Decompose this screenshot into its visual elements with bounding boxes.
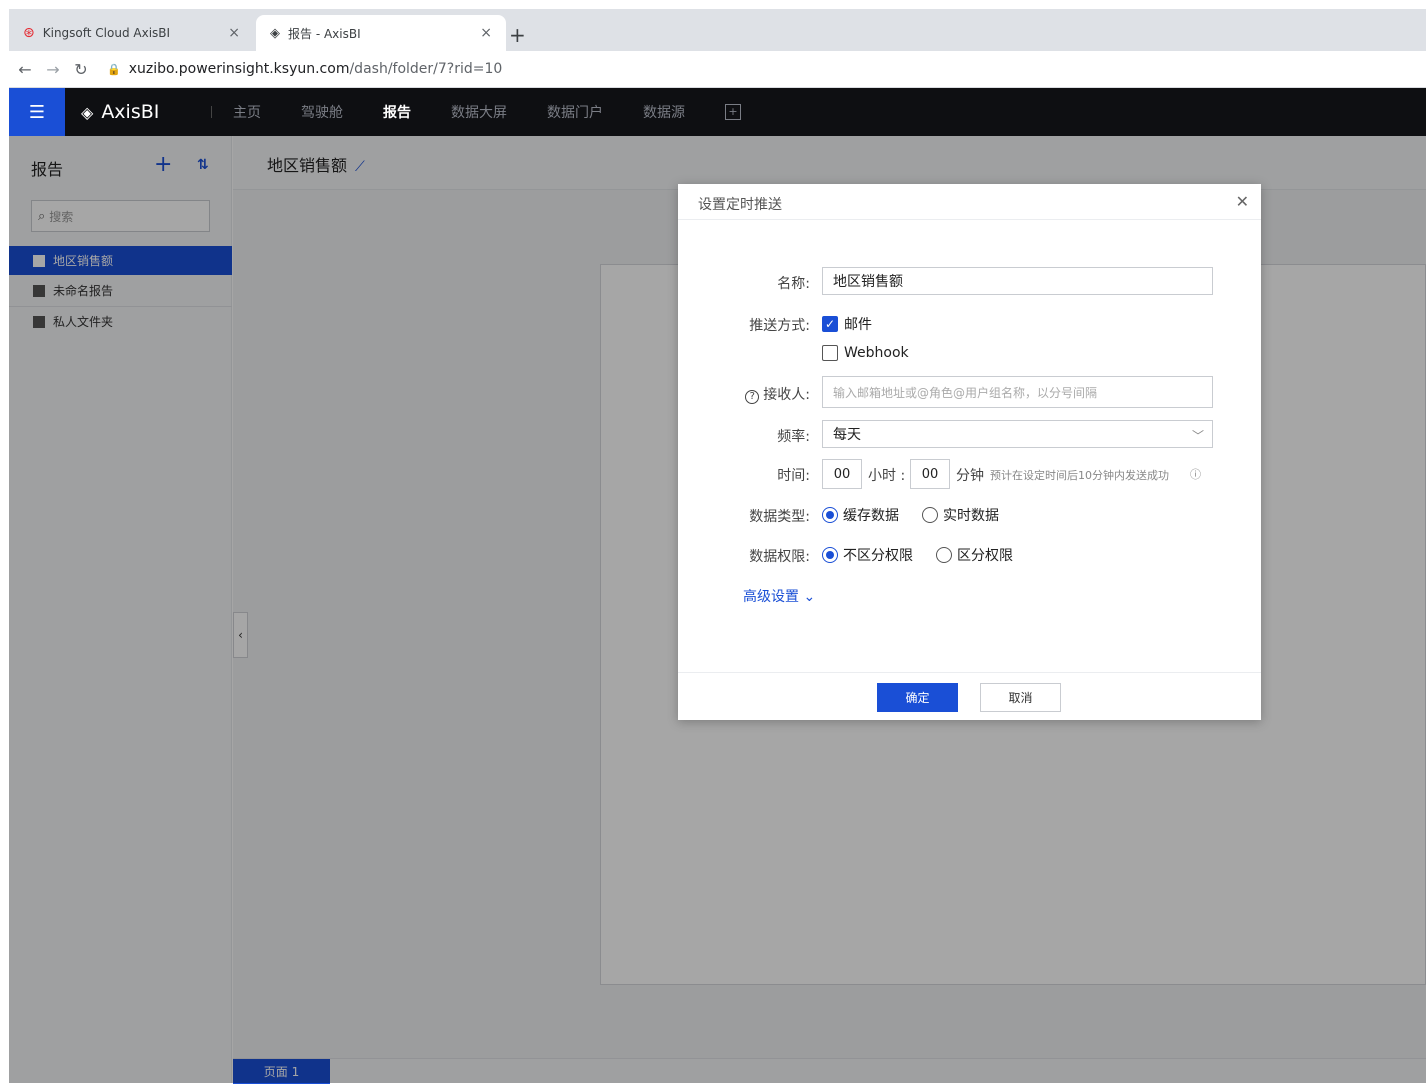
axisbi-logo-icon: ◈ bbox=[81, 102, 94, 122]
recipient-label-text: 接收人: bbox=[763, 387, 810, 403]
lock-icon[interactable]: 🔒 bbox=[107, 63, 121, 76]
nav-cockpit[interactable]: 驾驶舱 bbox=[301, 88, 343, 136]
split-permission-label: 区分权限 bbox=[957, 548, 1013, 564]
brand-name: AxisBI bbox=[101, 101, 160, 123]
radio-dot bbox=[922, 507, 938, 523]
address-bar: ← → ↻ 🔒 xuzibo.powerinsight.ksyun.com/da… bbox=[9, 51, 1426, 88]
add-box-icon: + bbox=[725, 104, 741, 120]
data-type-row: 数据类型: 缓存数据 实时数据 bbox=[678, 500, 1261, 530]
browser-tab-title: 报告 - AxisBI bbox=[288, 26, 361, 41]
axisbi-favicon-icon: ◈ bbox=[270, 25, 280, 41]
frequency-select[interactable]: 每天 ﹀ bbox=[822, 420, 1213, 448]
close-icon[interactable]: × bbox=[228, 25, 240, 41]
no-permission-radio[interactable]: 不区分权限 bbox=[822, 545, 913, 565]
browser-tab-title: Kingsoft Cloud AxisBI bbox=[42, 26, 171, 40]
nav-data-source[interactable]: 数据源 bbox=[643, 88, 685, 136]
browser-tab-kingsoft[interactable]: ⊛ Kingsoft Cloud AxisBI × bbox=[9, 15, 254, 51]
webhook-row: Webhook bbox=[678, 340, 1261, 370]
data-type-label: 数据类型: bbox=[749, 509, 810, 525]
back-arrow-icon[interactable]: ← bbox=[13, 60, 37, 79]
permission-label: 数据权限: bbox=[749, 549, 810, 565]
advanced-settings-link[interactable]: 高级设置 ⌄ bbox=[743, 586, 815, 606]
name-row: 名称: 地区销售额 bbox=[678, 267, 1261, 297]
webhook-label: Webhook bbox=[844, 345, 909, 361]
nav-home[interactable]: 主页 bbox=[233, 88, 261, 136]
minute-unit: 分钟 bbox=[956, 468, 984, 484]
cache-data-label: 缓存数据 bbox=[843, 508, 899, 524]
dialog-header: 设置定时推送 ✕ bbox=[678, 184, 1261, 220]
forward-arrow-icon[interactable]: → bbox=[41, 60, 65, 79]
url-host: xuzibo.powerinsight.ksyun.com bbox=[128, 61, 350, 77]
name-input[interactable]: 地区销售额 bbox=[822, 267, 1213, 295]
push-method-row: 推送方式: ✓ 邮件 bbox=[678, 309, 1261, 339]
checkmark-icon: ✓ bbox=[822, 316, 838, 332]
time-row: 时间: 00 小时 : 00 分钟 预计在设定时间后10分钟内发送成功 ⓘ bbox=[678, 459, 1261, 489]
push-method-label: 推送方式: bbox=[749, 318, 810, 334]
webhook-checkbox[interactable]: Webhook bbox=[822, 345, 909, 361]
recipient-row: ? 接收人: 输入邮箱地址或@角色@用户组名称，以分号间隔 bbox=[678, 376, 1261, 408]
confirm-button[interactable]: 确定 bbox=[877, 683, 958, 712]
frequency-label: 频率: bbox=[777, 429, 810, 445]
hour-input[interactable]: 00 bbox=[822, 459, 862, 489]
frequency-value: 每天 bbox=[833, 427, 861, 443]
divider bbox=[211, 106, 212, 118]
permission-row: 数据权限: 不区分权限 区分权限 bbox=[678, 540, 1261, 570]
help-icon[interactable]: ⓘ bbox=[1190, 466, 1201, 482]
dialog-footer: 确定 取消 bbox=[678, 672, 1261, 720]
nav-data-portal[interactable]: 数据门户 bbox=[547, 88, 603, 136]
chevron-down-icon: ﹀ bbox=[1191, 429, 1204, 443]
radio-dot bbox=[822, 547, 838, 563]
nav-reports[interactable]: 报告 bbox=[383, 88, 411, 136]
hour-unit: 小时 : bbox=[868, 468, 906, 484]
email-checkbox[interactable]: ✓ 邮件 bbox=[822, 314, 872, 334]
reload-icon[interactable]: ↻ bbox=[69, 60, 93, 79]
radio-dot bbox=[936, 547, 952, 563]
close-icon[interactable]: ✕ bbox=[1236, 192, 1249, 211]
email-label: 邮件 bbox=[844, 317, 872, 333]
dialog-title: 设置定时推送 bbox=[698, 197, 782, 213]
no-permission-label: 不区分权限 bbox=[843, 548, 913, 564]
time-label: 时间: bbox=[777, 468, 810, 484]
kingsoft-favicon-icon: ⊛ bbox=[23, 25, 35, 41]
browser-tab-axisbi[interactable]: ◈ 报告 - AxisBI × bbox=[256, 15, 506, 51]
chevron-down-icon: ⌄ bbox=[803, 589, 816, 605]
close-icon[interactable]: × bbox=[480, 25, 492, 41]
frequency-row: 频率: 每天 ﹀ bbox=[678, 420, 1261, 450]
nav-more[interactable]: + bbox=[725, 88, 741, 136]
url-path: /dash/folder/7?rid=10 bbox=[349, 61, 503, 77]
url-field[interactable]: xuzibo.powerinsight.ksyun.com/dash/folde… bbox=[129, 61, 503, 77]
nav-big-screen[interactable]: 数据大屏 bbox=[451, 88, 507, 136]
help-icon[interactable]: ? bbox=[745, 390, 760, 404]
realtime-data-radio[interactable]: 实时数据 bbox=[922, 505, 999, 525]
cache-data-radio[interactable]: 缓存数据 bbox=[822, 505, 899, 525]
browser-tab-bar: ⊛ Kingsoft Cloud AxisBI × ◈ 报告 - AxisBI … bbox=[9, 9, 1426, 51]
cancel-button[interactable]: 取消 bbox=[980, 683, 1061, 712]
schedule-push-dialog: 设置定时推送 ✕ 名称: 地区销售额 推送方式: ✓ 邮件 Webhook ? 接… bbox=[678, 184, 1261, 720]
realtime-data-label: 实时数据 bbox=[943, 508, 999, 524]
app-header: ☰ ◈ AxisBI 主页 驾驶舱 报告 数据大屏 数据门户 数据源 + bbox=[9, 88, 1426, 136]
recipient-input[interactable]: 输入邮箱地址或@角色@用户组名称，以分号间隔 bbox=[822, 376, 1213, 408]
checkbox-box bbox=[822, 345, 838, 361]
name-label: 名称: bbox=[777, 276, 810, 292]
recipient-label: ? 接收人: bbox=[745, 384, 810, 404]
new-tab-button[interactable]: + bbox=[509, 23, 526, 47]
brand[interactable]: ◈ AxisBI bbox=[81, 88, 159, 136]
menu-toggle-icon[interactable]: ☰ bbox=[9, 88, 65, 136]
time-hint: 预计在设定时间后10分钟内发送成功 bbox=[990, 469, 1169, 482]
advanced-settings-label: 高级设置 bbox=[743, 589, 799, 605]
radio-dot bbox=[822, 507, 838, 523]
minute-input[interactable]: 00 bbox=[910, 459, 950, 489]
split-permission-radio[interactable]: 区分权限 bbox=[936, 545, 1013, 565]
